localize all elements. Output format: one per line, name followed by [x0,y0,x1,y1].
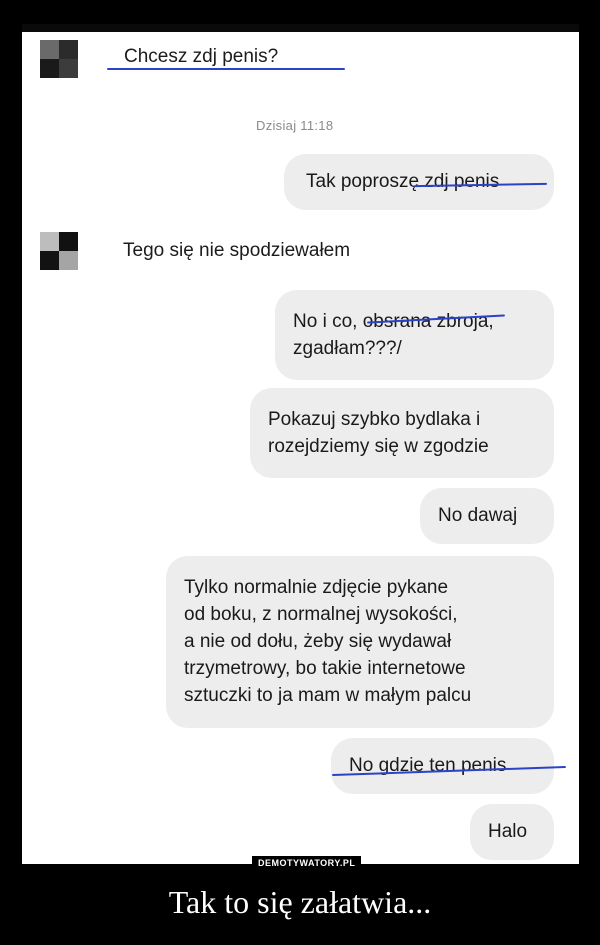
outgoing-message-6[interactable]: No gdzie ten penis [331,738,554,794]
caption-title: Tak to się załatwia... [168,884,432,920]
sender-avatar[interactable] [40,232,78,270]
outgoing-message-4[interactable]: No dawaj [420,488,554,544]
outgoing-message-2[interactable]: No i co, obsrana zbroja, zgadłam???/ [275,290,554,380]
sender-avatar[interactable] [40,40,78,78]
strikethrough-scribble [107,68,345,70]
outgoing-message-1[interactable]: Tak poproszę zdj penis [284,154,554,210]
chat-screenshot: Chcesz zdj penis? Dzisiaj 11:18 Tak popr… [22,24,579,864]
message-timestamp: Dzisiaj 11:18 [256,118,334,133]
outgoing-message-5[interactable]: Tylko normalnie zdjęcie pykane od boku, … [166,556,554,728]
watermark-label: DEMOTYWATORY.PL [252,856,362,870]
incoming-message-2: Tego się nie spodziewałem [123,240,351,261]
incoming-message-1: Chcesz zdj penis? [124,46,279,67]
outgoing-message-7[interactable]: Halo [470,804,554,860]
outgoing-message-3[interactable]: Pokazuj szybko bydlaka i rozejdziemy się… [250,388,554,478]
